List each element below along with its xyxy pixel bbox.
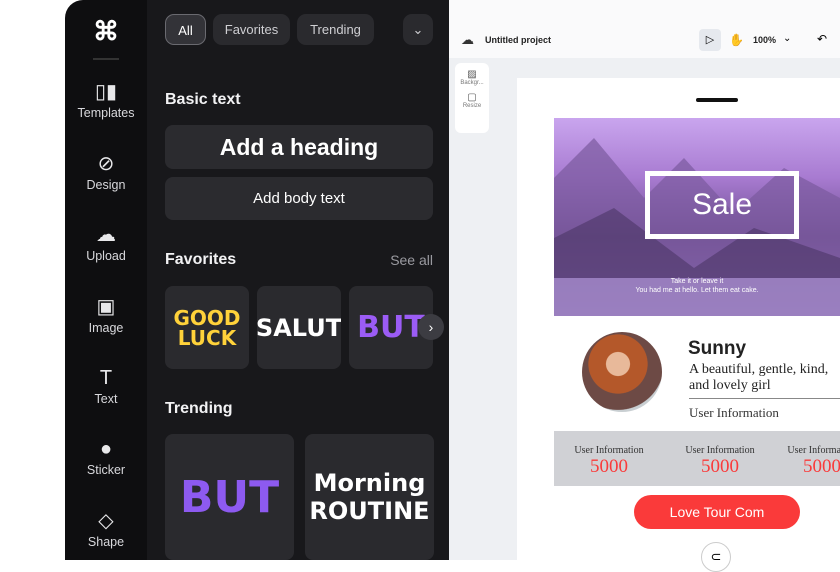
cloud-icon: ☁ — [461, 32, 474, 47]
chevron-right-icon[interactable]: › — [418, 314, 444, 340]
resize-label: Resize — [462, 103, 482, 109]
sidebar-item-label: Upload — [86, 249, 126, 263]
profile-name[interactable]: Sunny — [688, 338, 746, 360]
sidebar-item-label: Design — [86, 178, 126, 192]
sidebar-item-label: Templates — [77, 106, 135, 120]
favorite-sticker-good-luck[interactable]: GOOD LUCK — [165, 286, 249, 369]
favorite-sticker-salut[interactable]: SALUT — [257, 286, 341, 369]
resize-icon: ▢ — [467, 92, 477, 103]
trending-sticker-but[interactable]: BUT — [165, 434, 294, 560]
sticker-icon: ● — [99, 438, 113, 460]
see-all-link[interactable]: See all — [390, 252, 433, 268]
background-label: Backgr... — [460, 80, 484, 86]
shape-icon: ◇ — [98, 510, 114, 532]
templates-icon: ▯▮ — [94, 81, 117, 103]
side-toolbar: ▨ Backgr... ▢ Resize — [455, 63, 489, 133]
stat-item[interactable]: User Information5000 — [565, 445, 653, 478]
stat-item[interactable]: User Information5000 — [676, 445, 764, 478]
text-panel: All Favorites Trending ⌄ Basic text Add … — [147, 0, 449, 560]
capcut-logo-icon: ⌘ — [93, 16, 119, 46]
sidebar-item-upload[interactable]: ☁ Upload — [65, 223, 147, 263]
love-tour-button[interactable]: Love Tour Com — [634, 495, 800, 529]
favorites-heading: Favorites — [165, 251, 237, 268]
project-title[interactable]: Untitled project — [485, 35, 551, 45]
sidebar-item-label: Image — [88, 321, 124, 335]
select-tool-cursor-icon[interactable]: ▷ — [699, 29, 721, 51]
zoom-chevron-down-icon[interactable]: ⌄ — [783, 33, 791, 44]
trending-sticker-morning-routine[interactable]: Morning ROUTINE — [305, 434, 434, 560]
background-icon: ▨ — [467, 69, 477, 80]
notch-bar — [696, 98, 738, 102]
zoom-level[interactable]: 100% — [753, 35, 776, 45]
caption-line-2[interactable]: You had me at hello. Let them eat cake. — [554, 287, 840, 294]
divider — [93, 58, 119, 60]
sidebar-item-label: Shape — [87, 535, 125, 549]
sidebar-item-sticker[interactable]: ● Sticker — [65, 437, 147, 477]
avatar[interactable] — [582, 332, 662, 412]
attachment-icon[interactable]: ⊂ — [701, 542, 731, 572]
sidebar-item-text[interactable]: T Text — [65, 366, 147, 406]
resize-tool[interactable]: ▢ Resize — [455, 86, 489, 109]
design-icon: ⊘ — [97, 153, 115, 175]
profile-description[interactable]: A beautiful, gentle, kind, and lovely gi… — [689, 362, 839, 394]
sidebar-item-label: Text — [94, 392, 118, 406]
filter-all[interactable]: All — [165, 14, 206, 45]
trending-heading: Trending — [165, 400, 233, 417]
text-icon: T — [99, 367, 113, 389]
add-heading-button[interactable]: Add a heading — [165, 125, 433, 169]
filter-favorites[interactable]: Favorites — [213, 14, 290, 45]
mountain-image[interactable]: Sale Take it or leave it You had me at h… — [554, 118, 840, 316]
sidebar-item-templates[interactable]: ▯▮ Templates — [65, 80, 147, 120]
basic-text-heading: Basic text — [165, 91, 241, 108]
filter-dropdown-chevron-icon[interactable]: ⌄ — [403, 14, 433, 45]
upload-icon: ☁ — [96, 224, 116, 246]
stat-item[interactable]: User Information5000 — [778, 445, 840, 478]
divider — [689, 398, 840, 399]
image-icon: ▣ — [96, 296, 116, 318]
sale-text-box[interactable]: Sale — [645, 171, 799, 239]
sidebar-item-image[interactable]: ▣ Image — [65, 295, 147, 335]
hand-tool-icon[interactable]: ✋ — [729, 33, 744, 47]
add-body-text-button[interactable]: Add body text — [165, 177, 433, 220]
sidebar-item-shape[interactable]: ◇ Shape — [65, 509, 147, 549]
background-tool[interactable]: ▨ Backgr... — [455, 63, 489, 86]
user-info-label[interactable]: User Information — [689, 405, 779, 421]
sidebar-item-design[interactable]: ⊘ Design — [65, 152, 147, 192]
sidebar-item-label: Sticker — [86, 463, 126, 477]
sidebar-rail: ⌘ ▯▮ Templates ⊘ Design ☁ Upload ▣ Image T Te… — [65, 0, 147, 560]
filter-trending[interactable]: Trending — [297, 14, 374, 45]
editor-header: ☁ Untitled project ▷ ✋ 100% ⌄ ↶ — [449, 0, 840, 58]
undo-icon[interactable]: ↶ — [817, 32, 827, 46]
caption-line-1[interactable]: Take it or leave it — [554, 278, 840, 285]
